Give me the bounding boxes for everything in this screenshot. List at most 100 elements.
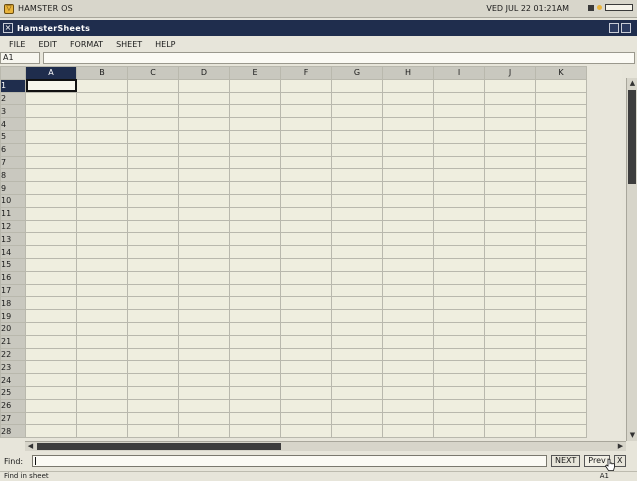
row-header-15[interactable]: 15 (0, 257, 26, 272)
cell-f8[interactable] (280, 168, 332, 183)
cell-e11[interactable] (229, 206, 281, 221)
row-header-20[interactable]: 20 (0, 321, 26, 336)
cell-d18[interactable] (178, 296, 230, 311)
cell-j22[interactable] (484, 347, 536, 362)
cell-f13[interactable] (280, 232, 332, 247)
cell-h1[interactable] (382, 78, 434, 93)
row-header-13[interactable]: 13 (0, 232, 26, 247)
cell-a11[interactable] (25, 206, 77, 221)
cell-i4[interactable] (433, 117, 485, 131)
cell-c20[interactable] (127, 321, 179, 336)
cell-d8[interactable] (178, 168, 230, 183)
cell-j11[interactable] (484, 206, 536, 221)
cell-d14[interactable] (178, 245, 230, 259)
cell-a12[interactable] (25, 219, 77, 234)
cell-f2[interactable] (280, 91, 332, 106)
cell-j8[interactable] (484, 168, 536, 183)
cell-i26[interactable] (433, 398, 485, 413)
cell-b8[interactable] (76, 168, 128, 183)
cell-h2[interactable] (382, 91, 434, 106)
cell-a17[interactable] (25, 283, 77, 298)
cell-a4[interactable] (25, 117, 77, 131)
cell-i3[interactable] (433, 104, 485, 119)
horizontal-scroll-thumb[interactable] (37, 443, 281, 450)
row-header-9[interactable]: 9 (0, 181, 26, 195)
cell-b23[interactable] (76, 360, 128, 375)
cell-e2[interactable] (229, 91, 281, 106)
cell-e8[interactable] (229, 168, 281, 183)
cell-k11[interactable] (535, 206, 587, 221)
cell-k19[interactable] (535, 309, 587, 323)
cell-b5[interactable] (76, 129, 128, 144)
cell-h13[interactable] (382, 232, 434, 247)
cell-g5[interactable] (331, 129, 383, 144)
cell-e25[interactable] (229, 385, 281, 400)
cell-i28[interactable] (433, 424, 485, 439)
cell-i13[interactable] (433, 232, 485, 247)
row-header-21[interactable]: 21 (0, 334, 26, 349)
formula-input[interactable] (43, 52, 635, 64)
cell-b1[interactable] (76, 78, 128, 93)
row-header-10[interactable]: 10 (0, 193, 26, 208)
cell-g23[interactable] (331, 360, 383, 375)
cell-b28[interactable] (76, 424, 128, 439)
cell-j24[interactable] (484, 373, 536, 387)
cell-j19[interactable] (484, 309, 536, 323)
cell-g21[interactable] (331, 334, 383, 349)
cell-a16[interactable] (25, 270, 77, 285)
column-header-k[interactable]: K (535, 66, 587, 80)
cell-c4[interactable] (127, 117, 179, 131)
cell-d21[interactable] (178, 334, 230, 349)
cell-c11[interactable] (127, 206, 179, 221)
cell-k22[interactable] (535, 347, 587, 362)
cell-a28[interactable] (25, 424, 77, 439)
cell-b13[interactable] (76, 232, 128, 247)
cell-e6[interactable] (229, 142, 281, 157)
cell-b19[interactable] (76, 309, 128, 323)
cell-f4[interactable] (280, 117, 332, 131)
cell-h6[interactable] (382, 142, 434, 157)
cell-a22[interactable] (25, 347, 77, 362)
cell-j5[interactable] (484, 129, 536, 144)
cell-j27[interactable] (484, 411, 536, 426)
cell-d22[interactable] (178, 347, 230, 362)
cell-e17[interactable] (229, 283, 281, 298)
cell-i5[interactable] (433, 129, 485, 144)
vertical-scrollbar[interactable]: ▲ ▼ (626, 78, 637, 441)
cell-d23[interactable] (178, 360, 230, 375)
cell-a18[interactable] (25, 296, 77, 311)
cell-k24[interactable] (535, 373, 587, 387)
cell-a10[interactable] (25, 193, 77, 208)
cell-k6[interactable] (535, 142, 587, 157)
hamster-logo-icon[interactable]: ▽ (4, 3, 14, 14)
cell-i22[interactable] (433, 347, 485, 362)
cell-b16[interactable] (76, 270, 128, 285)
cell-f9[interactable] (280, 181, 332, 195)
os-name[interactable]: HAMSTER OS (18, 4, 73, 13)
cell-c26[interactable] (127, 398, 179, 413)
cell-h24[interactable] (382, 373, 434, 387)
menu-file[interactable]: FILE (4, 40, 30, 49)
cell-i25[interactable] (433, 385, 485, 400)
cell-i11[interactable] (433, 206, 485, 221)
cell-h15[interactable] (382, 257, 434, 272)
cell-i24[interactable] (433, 373, 485, 387)
menu-help[interactable]: HELP (150, 40, 180, 49)
cell-j1[interactable] (484, 78, 536, 93)
cell-a15[interactable] (25, 257, 77, 272)
column-header-a[interactable]: A (25, 66, 77, 80)
scroll-right-icon[interactable]: ▶ (616, 442, 625, 451)
row-header-14[interactable]: 14 (0, 245, 26, 259)
cell-j14[interactable] (484, 245, 536, 259)
cell-g13[interactable] (331, 232, 383, 247)
cell-b25[interactable] (76, 385, 128, 400)
cell-c24[interactable] (127, 373, 179, 387)
cell-b22[interactable] (76, 347, 128, 362)
cell-g27[interactable] (331, 411, 383, 426)
column-header-d[interactable]: D (178, 66, 230, 80)
cell-a8[interactable] (25, 168, 77, 183)
cell-c13[interactable] (127, 232, 179, 247)
column-header-e[interactable]: E (229, 66, 281, 80)
cell-f21[interactable] (280, 334, 332, 349)
cell-f3[interactable] (280, 104, 332, 119)
